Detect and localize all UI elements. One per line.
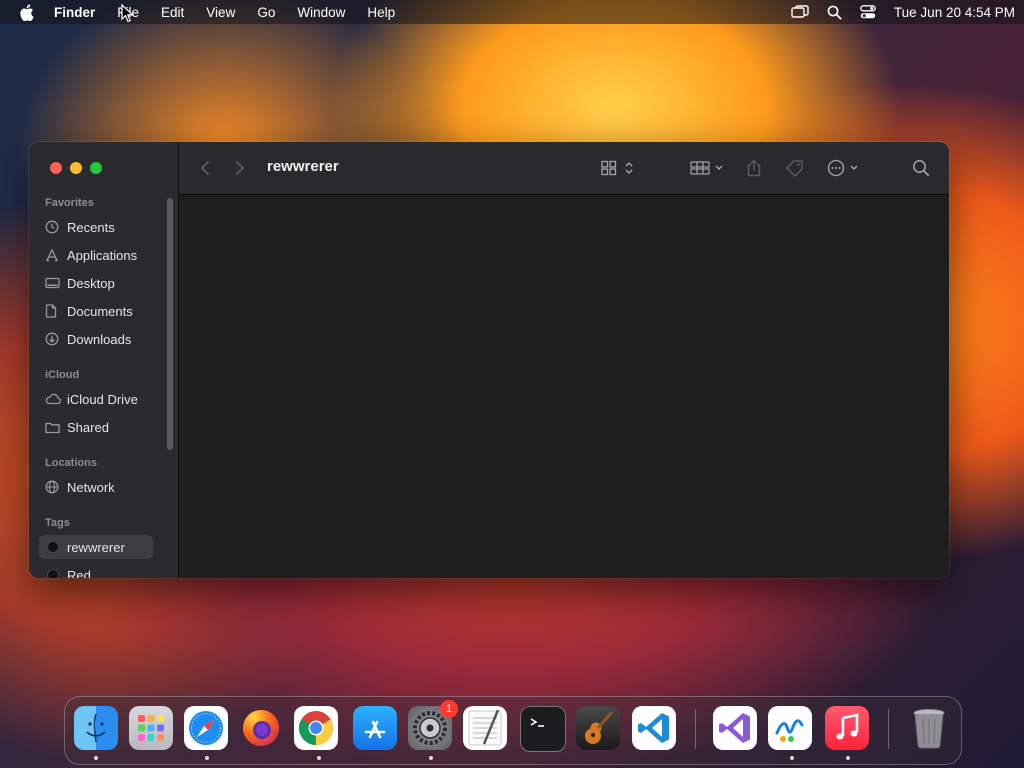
menu-edit[interactable]: Edit <box>150 5 195 20</box>
terminal-icon[interactable] <box>520 706 566 752</box>
tag-color-dot-icon <box>47 541 59 553</box>
visual-studio-icon[interactable] <box>713 706 757 750</box>
clock-icon <box>45 220 67 234</box>
sidebar-item-label: Applications <box>67 247 138 263</box>
finder-sidebar: Favorites Recents Applications Desktop D… <box>29 142 179 578</box>
sidebar-item-icloud-drive[interactable]: iCloud Drive <box>39 387 153 411</box>
menu-clock[interactable]: Tue Jun 20 4:54 PM <box>894 5 1015 20</box>
sidebar-item-label: Red <box>67 567 91 579</box>
sidebar-section-locations: Locations <box>45 457 97 469</box>
share-icon <box>747 159 761 177</box>
more-actions-button[interactable] <box>827 156 861 180</box>
document-icon <box>45 304 67 318</box>
menu-help[interactable]: Help <box>356 5 406 20</box>
window-controls <box>50 162 102 174</box>
sidebar-item-label: Desktop <box>67 275 115 291</box>
menu-window[interactable]: Window <box>286 5 356 20</box>
mouse-cursor-icon <box>121 3 135 28</box>
sidebar-item-label: rewwrerer <box>67 539 125 555</box>
sidebar-section-favorites: Favorites <box>45 197 94 209</box>
running-indicator <box>94 756 98 760</box>
tag-icon <box>786 160 803 177</box>
sidebar-item-downloads[interactable]: Downloads <box>39 327 153 351</box>
launchpad-icon[interactable] <box>129 706 173 750</box>
safari-icon[interactable] <box>184 706 228 750</box>
spotlight-search-icon[interactable] <box>827 5 842 20</box>
applications-icon <box>45 248 67 262</box>
sidebar-item-shared[interactable]: Shared <box>39 415 153 439</box>
sidebar-tag-red[interactable]: Red <box>39 563 153 578</box>
freeform-icon[interactable] <box>768 706 812 750</box>
sidebar-item-network[interactable]: Network <box>39 475 153 499</box>
forward-button[interactable] <box>234 156 246 180</box>
screen-mirroring-icon[interactable] <box>791 5 809 19</box>
dock-separator <box>695 709 696 749</box>
vscode-icon[interactable] <box>632 706 676 750</box>
sidebar-item-label: Documents <box>67 303 133 319</box>
sidebar-item-documents[interactable]: Documents <box>39 299 153 323</box>
notification-badge: 1 <box>440 700 458 718</box>
sidebar-item-label: Recents <box>67 219 115 235</box>
view-mode-button[interactable] <box>601 156 639 180</box>
search-icon <box>913 160 930 177</box>
more-actions-icon <box>827 159 858 177</box>
window-title: rewwrerer <box>267 158 339 175</box>
sidebar-tag-rewwrerer[interactable]: rewwrerer <box>39 535 153 559</box>
dock-separator <box>888 709 889 749</box>
sidebar-section-icloud: iCloud <box>45 369 80 381</box>
menu-view[interactable]: View <box>195 5 246 20</box>
control-center-icon[interactable] <box>860 5 876 19</box>
running-indicator <box>205 756 209 760</box>
shared-folder-icon <box>45 421 67 434</box>
tag-button[interactable] <box>785 156 805 180</box>
minimize-window-button[interactable] <box>70 162 82 174</box>
group-icon <box>690 161 723 175</box>
finder-icon[interactable] <box>74 706 118 750</box>
finder-toolbar: rewwrerer <box>179 142 949 195</box>
share-button[interactable] <box>746 156 762 180</box>
finder-window: Favorites Recents Applications Desktop D… <box>29 142 949 578</box>
sidebar-item-applications[interactable]: Applications <box>39 243 153 267</box>
running-indicator <box>846 756 850 760</box>
sidebar-item-desktop[interactable]: Desktop <box>39 271 153 295</box>
icon-view-icon <box>601 160 633 176</box>
menu-app-name[interactable]: Finder <box>52 5 106 20</box>
running-indicator <box>429 756 433 760</box>
sidebar-item-label: iCloud Drive <box>67 391 138 407</box>
globe-icon <box>45 480 67 494</box>
sidebar-item-label: Downloads <box>67 331 132 347</box>
running-indicator <box>317 756 321 760</box>
textedit-icon[interactable] <box>463 706 507 750</box>
trash-icon[interactable] <box>907 706 951 750</box>
back-button[interactable] <box>199 156 211 180</box>
forward-icon <box>236 161 245 175</box>
chrome-icon[interactable] <box>294 706 338 750</box>
system-settings-icon[interactable]: 1 <box>408 700 458 750</box>
group-by-button[interactable] <box>690 156 726 180</box>
tag-color-dot-icon <box>47 569 59 578</box>
download-icon <box>45 332 67 346</box>
app-store-icon[interactable] <box>353 706 397 750</box>
sidebar-scrollbar[interactable] <box>167 198 173 450</box>
menu-go[interactable]: Go <box>246 5 286 20</box>
sidebar-section-tags: Tags <box>45 517 70 529</box>
menu-bar: Finder File Edit View Go Window Help Tue… <box>0 0 1024 24</box>
running-indicator <box>790 756 794 760</box>
sidebar-item-label: Network <box>67 479 115 495</box>
finder-content-area[interactable] <box>179 195 949 578</box>
search-button[interactable] <box>912 156 930 180</box>
dock: 1 <box>64 696 962 765</box>
apple-menu-icon[interactable] <box>0 3 52 21</box>
sidebar-item-recents[interactable]: Recents <box>39 215 153 239</box>
garageband-icon[interactable] <box>576 706 620 750</box>
sidebar-item-label: Shared <box>67 419 109 435</box>
desktop-icon <box>45 277 67 290</box>
cloud-icon <box>45 393 67 405</box>
zoom-window-button[interactable] <box>90 162 102 174</box>
close-window-button[interactable] <box>50 162 62 174</box>
back-icon <box>200 161 209 175</box>
music-icon[interactable] <box>825 706 869 750</box>
firefox-icon[interactable] <box>239 706 283 750</box>
